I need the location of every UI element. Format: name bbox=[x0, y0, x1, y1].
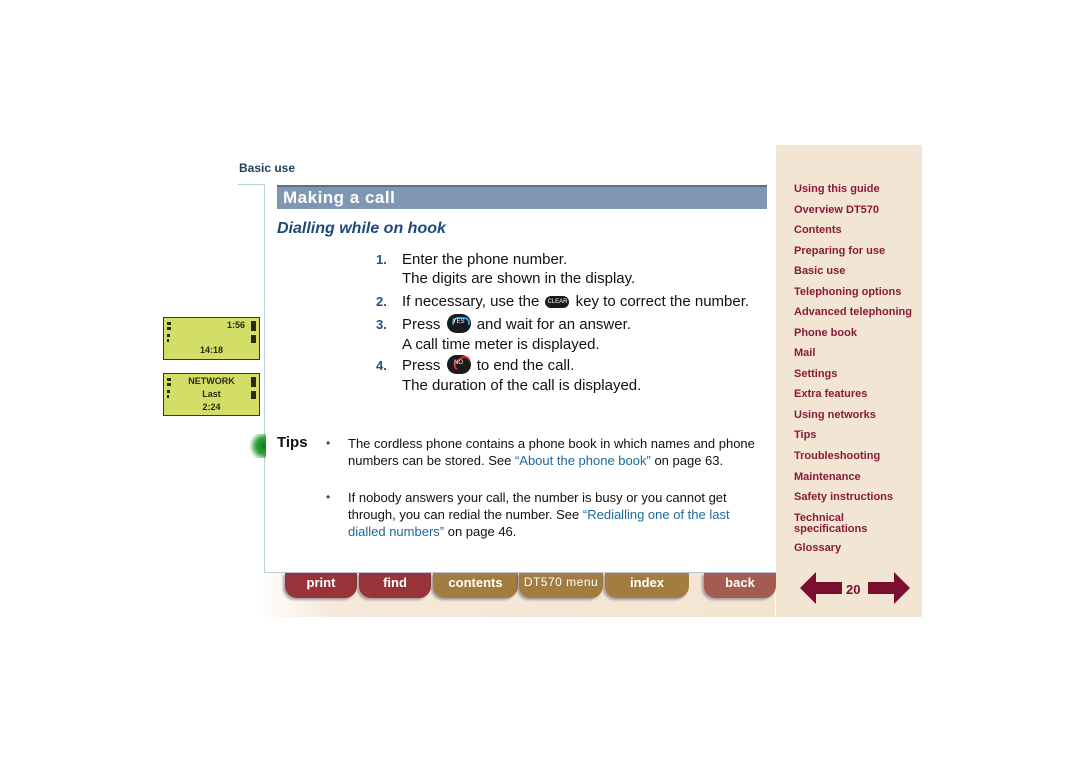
step-note: A call time meter is displayed. bbox=[402, 335, 600, 353]
section-subtitle: Dialling while on hook bbox=[277, 220, 446, 237]
section-label: Basic use bbox=[239, 161, 296, 175]
sidebar-item-safety[interactable]: Safety instructions bbox=[794, 492, 893, 503]
step-text-pre: Press bbox=[402, 357, 441, 374]
yes-key-icon: YES bbox=[446, 313, 471, 333]
sidebar-item-basic-use[interactable]: Basic use bbox=[794, 266, 845, 277]
sidebar-item-extra-features[interactable]: Extra features bbox=[794, 389, 867, 400]
call-timer: 1:56 bbox=[226, 320, 245, 330]
link-phone-book[interactable]: “About the phone book” bbox=[515, 453, 651, 468]
call-duration: 2:24 bbox=[202, 402, 221, 412]
sidebar-item-troubleshooting[interactable]: Troubleshooting bbox=[794, 451, 880, 462]
step-text-post: key to correct the number. bbox=[575, 293, 750, 310]
clear-key-icon: CLEAR bbox=[545, 296, 570, 309]
no-key-icon: NO bbox=[446, 353, 471, 374]
sidebar-item-mail[interactable]: Mail bbox=[794, 348, 815, 359]
step-number: 4. bbox=[376, 358, 387, 373]
step-number: 2. bbox=[376, 294, 387, 309]
step-text-post: and wait for an answer. bbox=[476, 316, 631, 333]
step-text: Enter the phone number. bbox=[402, 251, 568, 268]
arrow-left-icon[interactable] bbox=[800, 572, 842, 604]
last-call-label: Last bbox=[202, 389, 221, 399]
find-button[interactable]: find bbox=[359, 573, 431, 598]
step-text-pre: Press bbox=[402, 316, 441, 333]
step-number: 3. bbox=[376, 317, 387, 332]
sidebar-item-maintenance[interactable]: Maintenance bbox=[794, 472, 861, 483]
clock-time: 14:18 bbox=[199, 345, 224, 355]
print-button[interactable]: print bbox=[285, 573, 357, 598]
phone-display-ended: NETWORK Last 2:24 bbox=[163, 373, 260, 416]
sidebar-item-tips[interactable]: Tips bbox=[794, 430, 816, 441]
step-note: The digits are shown in the display. bbox=[402, 270, 636, 287]
arrow-right-icon[interactable] bbox=[868, 572, 910, 604]
sidebar: Using this guide Overview DT570 Contents… bbox=[776, 145, 922, 617]
index-button[interactable]: index bbox=[605, 573, 689, 598]
page-number: 20 bbox=[846, 582, 861, 597]
battery-icon bbox=[251, 321, 256, 331]
back-button[interactable]: back bbox=[704, 573, 776, 598]
dt570-menu-button[interactable]: DT570 menu bbox=[519, 573, 603, 598]
sidebar-item-phone-book[interactable]: Phone book bbox=[794, 328, 857, 339]
signal-icon bbox=[167, 322, 171, 325]
sidebar-item-settings[interactable]: Settings bbox=[794, 369, 837, 380]
step-note: The duration of the call is displayed. bbox=[402, 376, 642, 394]
sidebar-item-technical-specifications[interactable]: Technical specifications bbox=[794, 513, 884, 535]
sidebar-item-overview[interactable]: Overview DT570 bbox=[794, 205, 879, 216]
page-title: Making a call bbox=[283, 188, 396, 207]
phone-display-calling: 1:56 14:18 bbox=[163, 317, 260, 360]
frame-line-left bbox=[264, 184, 265, 573]
page-title-bar: Making a call bbox=[277, 185, 767, 209]
tips-label: Tips bbox=[277, 434, 308, 451]
sidebar-item-contents[interactable]: Contents bbox=[794, 225, 842, 236]
tips-marker-icon bbox=[248, 434, 266, 458]
sidebar-item-glossary[interactable]: Glossary bbox=[794, 543, 841, 554]
sidebar-item-telephoning-options[interactable]: Telephoning options bbox=[794, 287, 901, 298]
contents-button[interactable]: contents bbox=[433, 573, 518, 598]
step-text-post: to end the call. bbox=[476, 357, 575, 374]
network-label: NETWORK bbox=[188, 376, 235, 386]
step-text-pre: If necessary, use the bbox=[402, 293, 540, 310]
sidebar-item-using-this-guide[interactable]: Using this guide bbox=[794, 184, 880, 195]
step-number: 1. bbox=[376, 252, 387, 267]
sidebar-item-using-networks[interactable]: Using networks bbox=[794, 410, 876, 421]
frame-line-top bbox=[238, 184, 265, 185]
sidebar-item-advanced-telephoning[interactable]: Advanced telephoning bbox=[794, 307, 912, 318]
sidebar-item-preparing[interactable]: Preparing for use bbox=[794, 246, 885, 257]
